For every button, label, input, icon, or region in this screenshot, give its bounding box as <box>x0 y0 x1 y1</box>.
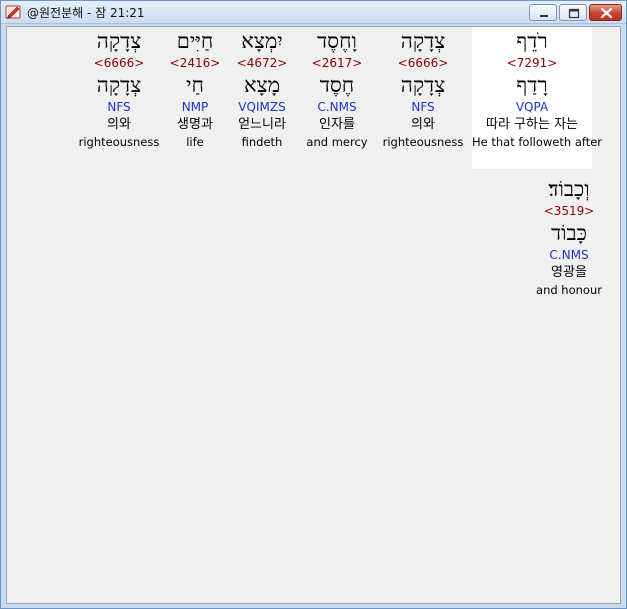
word-column[interactable]: וְכָבוֹד׃ <3519> כָּבוֹד C.NMS 영광을 and h… <box>509 175 627 298</box>
title-bar[interactable]: @원전분해 - 잠 21:21 <box>1 1 626 24</box>
strong-number[interactable]: <7291> <box>472 55 592 71</box>
lemma: רָדַף <box>516 73 548 97</box>
maximize-icon <box>568 8 580 19</box>
minimize-icon <box>540 15 548 17</box>
minimize-button[interactable] <box>529 4 557 21</box>
window-title: @원전분해 - 잠 21:21 <box>27 6 145 20</box>
word-column[interactable]: רֹדֵף <7291> רָדַף VQPA 따라 구하는 자는 He tha… <box>472 27 603 169</box>
word-column[interactable]: צְדָקָה <6666> צְדָקָה NFS 의와 righteousn… <box>59 27 179 150</box>
hebrew-word: רֹדֵף <box>516 29 548 53</box>
app-window: @원전분해 - 잠 21:21 רֹדֵף <7291> רָדַף VQPA … <box>0 0 627 609</box>
parsing-code: NFS <box>107 100 131 114</box>
parsing-code: VQPA <box>515 100 549 114</box>
analysis-panel[interactable]: רֹדֵף <7291> רָדַף VQPA 따라 구하는 자는 He tha… <box>6 26 621 604</box>
hebrew-word: צְדָקָה <box>96 29 142 53</box>
english-gloss: and honour <box>536 283 602 297</box>
app-icon[interactable] <box>5 4 21 20</box>
english-gloss: righteousness <box>78 135 160 149</box>
hebrew-word: וְכָבוֹד׃ <box>548 177 590 201</box>
strong-number[interactable]: <3519> <box>509 203 627 219</box>
lemma: כָּבוֹד <box>551 221 587 245</box>
parsing-code: C.NMS <box>549 248 589 262</box>
korean-gloss: 영광을 <box>551 265 587 280</box>
close-icon <box>600 7 613 19</box>
korean-gloss: 따라 구하는 자는 <box>486 117 578 132</box>
strong-number[interactable]: <6666> <box>59 55 179 71</box>
english-gloss: He that followeth after <box>472 135 603 149</box>
close-button[interactable] <box>589 4 622 21</box>
lemma: צְדָקָה <box>96 73 142 97</box>
maximize-button[interactable] <box>559 4 587 21</box>
korean-gloss: 의와 <box>107 117 131 132</box>
